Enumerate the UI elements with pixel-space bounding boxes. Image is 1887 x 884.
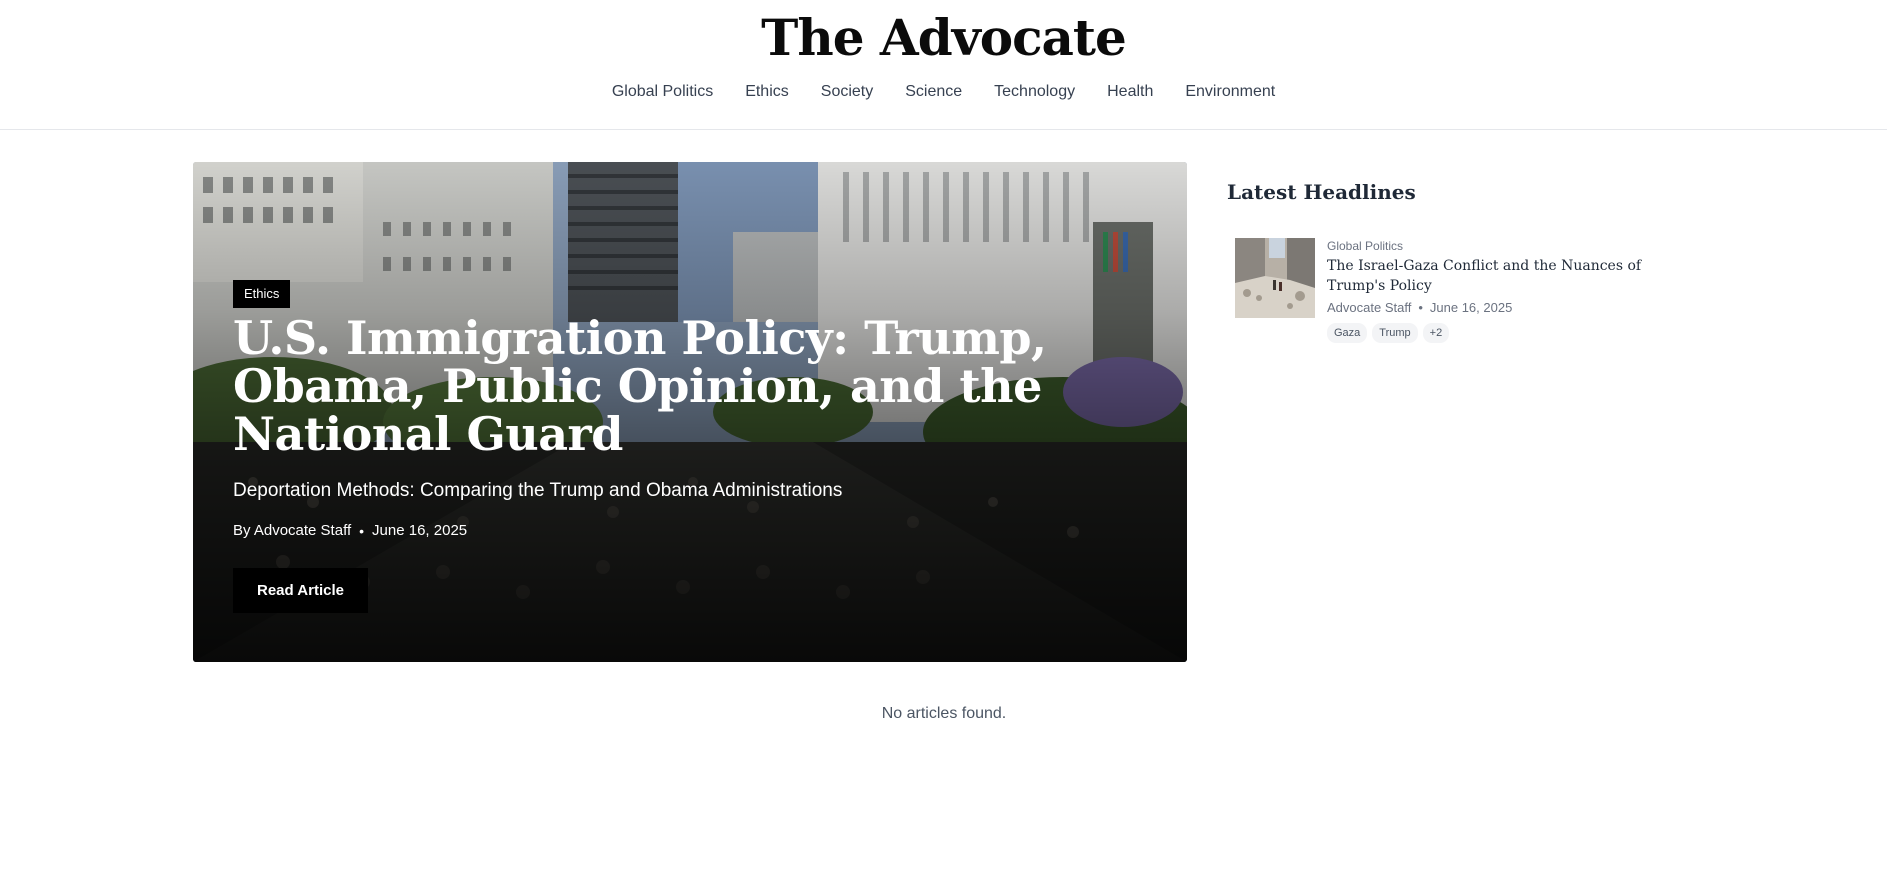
hero-subtitle: Deportation Methods: Comparing the Trump…	[233, 480, 843, 501]
tag-gaza[interactable]: Gaza	[1327, 323, 1368, 343]
nav-link-ethics[interactable]: Ethics	[745, 80, 789, 104]
headline-tags: Gaza Trump +2	[1327, 323, 1687, 343]
nav-link-global-politics[interactable]: Global Politics	[612, 80, 713, 104]
site-title[interactable]: The Advocate	[0, 8, 1887, 68]
nav-link-society[interactable]: Society	[821, 80, 873, 104]
hero-content: Ethics U.S. Immigration Policy: Trump, O…	[233, 280, 1153, 613]
hero-meta: By Advocate Staff • June 16, 2025	[233, 520, 1153, 542]
sidebar-title: Latest Headlines	[1227, 180, 1416, 204]
headline-thumbnail	[1235, 238, 1315, 318]
headline-item[interactable]: Global Politics The Israel-Gaza Conflict…	[1235, 238, 1695, 348]
hero-title[interactable]: U.S. Immigration Policy: Trump, Obama, P…	[233, 314, 1113, 458]
headline-date: June 16, 2025	[1429, 300, 1513, 315]
headline-meta: Advocate Staff • June 16, 2025	[1327, 299, 1687, 317]
hero-author: By Advocate Staff	[233, 522, 352, 539]
sidebar-latest-headlines: Latest Headlines Global Politics The Isr…	[1227, 178, 1695, 343]
headline-title[interactable]: The Israel-Gaza Conflict and the Nuances…	[1327, 256, 1677, 296]
read-article-button[interactable]: Read Article	[233, 568, 368, 613]
meta-separator: •	[1418, 300, 1423, 315]
empty-state-message: No articles found.	[881, 705, 1007, 722]
headline-body: Global Politics The Israel-Gaza Conflict…	[1327, 238, 1687, 343]
tag-trump[interactable]: Trump	[1372, 323, 1418, 343]
nav-link-environment[interactable]: Environment	[1185, 80, 1275, 104]
nav-link-technology[interactable]: Technology	[994, 80, 1075, 104]
meta-separator: •	[359, 523, 365, 539]
site-header: The Advocate Global Politics Ethics Soci…	[0, 0, 1887, 130]
nav-link-health[interactable]: Health	[1107, 80, 1153, 104]
tag-more[interactable]: +2	[1422, 323, 1450, 343]
main-nav: Global Politics Ethics Society Science T…	[0, 80, 1887, 104]
headline-author: Advocate Staff	[1327, 300, 1412, 315]
nav-link-science[interactable]: Science	[905, 80, 962, 104]
hero-date: June 16, 2025	[372, 522, 468, 539]
headline-category[interactable]: Global Politics	[1327, 238, 1687, 254]
category-badge[interactable]: Ethics	[233, 280, 291, 308]
hero-article[interactable]: Ethics U.S. Immigration Policy: Trump, O…	[193, 162, 1187, 662]
